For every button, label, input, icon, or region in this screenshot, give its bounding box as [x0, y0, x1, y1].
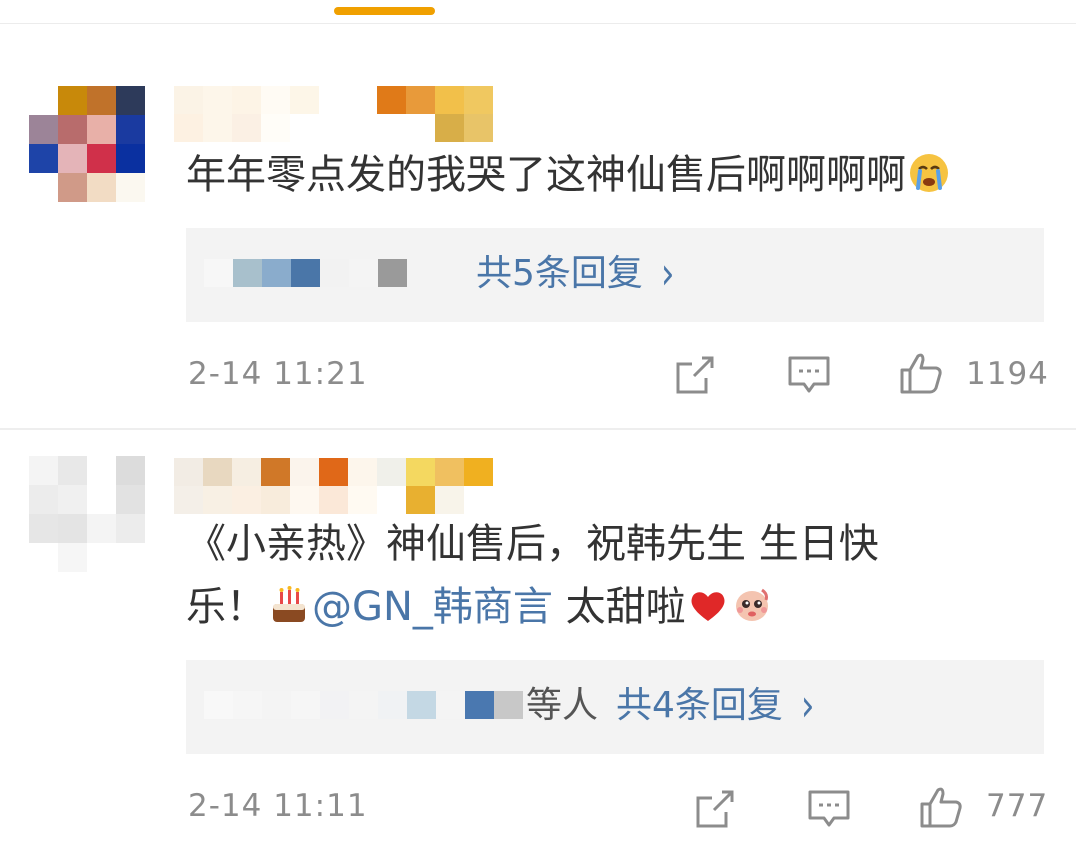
share-icon[interactable] — [692, 786, 738, 832]
reply-preview[interactable]: 等人 共4条回复 › — [186, 660, 1044, 754]
thumbs-up-icon[interactable] — [918, 784, 964, 830]
comment-text-line-1: 《小亲热》神仙售后，祝韩先生 生日快 — [186, 521, 879, 567]
timestamp: 2-14 11:21 — [188, 356, 368, 392]
comment-icon[interactable] — [806, 786, 852, 832]
comment-text: 年年零点发的我哭了这神仙售后啊啊啊啊 — [186, 146, 952, 204]
crying-face-emoji — [910, 154, 948, 192]
avatar[interactable] — [29, 456, 145, 572]
username[interactable] — [174, 458, 494, 514]
reply-usernames — [204, 691, 523, 719]
red-heart-emoji — [691, 592, 725, 621]
comment-text-line-2: 乐！ @GN_韩商言 太甜啦 — [186, 578, 776, 636]
view-replies-link[interactable]: 共5条回复 › — [476, 248, 675, 300]
timestamp: 2-14 11:11 — [188, 788, 368, 824]
share-icon[interactable] — [672, 352, 718, 398]
like-count: 777 — [986, 788, 1049, 824]
chevron-right-icon: › — [800, 680, 815, 732]
tab-indicator — [334, 7, 435, 15]
reply-suffix: 等人 — [526, 685, 599, 726]
view-replies-link[interactable]: 共4条回复 › — [616, 680, 815, 732]
reply-usernames — [204, 259, 407, 287]
comment-icon[interactable] — [786, 352, 832, 398]
mention-link[interactable]: @GN_韩商言 — [312, 584, 553, 630]
comment-item: 年年零点发的我哭了这神仙售后啊啊啊啊 共5条回复 › 2-14 11:21 119… — [0, 24, 1076, 428]
username[interactable] — [174, 86, 494, 142]
thumbs-up-icon[interactable] — [898, 350, 944, 396]
birthday-cake-emoji — [273, 586, 305, 622]
comment-item: 《小亲热》神仙售后，祝韩先生 生日快 乐！ @GN_韩商言 太甜啦 等人 共4条… — [0, 430, 1076, 856]
like-count: 1194 — [966, 356, 1049, 392]
chevron-right-icon: › — [660, 248, 675, 300]
cute-character-emoji — [735, 588, 768, 621]
avatar[interactable] — [29, 86, 145, 202]
reply-preview[interactable]: 共5条回复 › — [186, 228, 1044, 322]
